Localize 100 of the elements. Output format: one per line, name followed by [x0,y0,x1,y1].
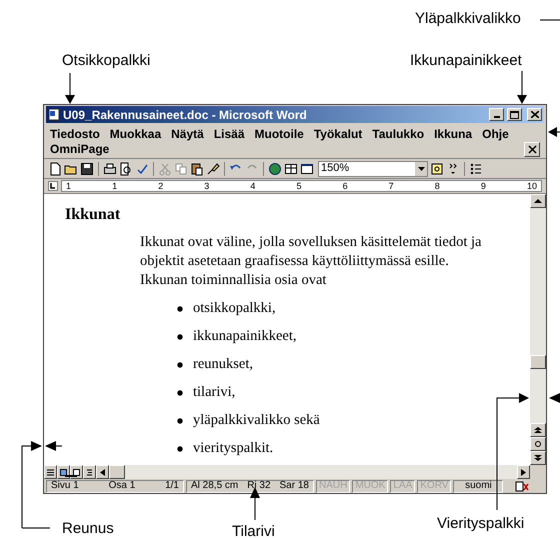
close-button[interactable] [527,108,542,121]
annotation-label: Ikkunapainikkeet [410,51,522,71]
scroll-left-button[interactable] [96,465,109,479]
arrow [548,127,560,137]
ruler-number: 3 [204,182,210,190]
status-text: Sivu 1 [51,481,79,491]
book-icon [515,480,530,492]
arrow [65,72,75,104]
ruler-number: 6 [342,182,348,190]
annotation-label: Tilarivi [232,522,275,538]
bullet-icon [177,306,183,312]
document-icon [48,108,60,121]
outline-view-button[interactable] [83,465,96,479]
annotation-label: Otsikkopalkki [62,51,150,71]
status-text: Sar 18 [280,481,309,491]
window-icon[interactable] [300,162,314,176]
arrow [517,70,527,104]
ruler-number: 5 [296,182,302,190]
print-preview-icon[interactable] [119,162,133,176]
scroll-right-button[interactable] [517,465,530,479]
menu-item[interactable]: Ohje [482,125,509,143]
ruler-number: 4 [250,182,256,190]
dropdown-arrow-icon [418,166,424,170]
circle-icon [534,441,542,447]
window-title: U09_Rakennusaineet.doc - Microsoft Word [63,106,308,124]
tab-stop-icon[interactable] [48,181,58,191]
arrow [549,393,560,403]
annotation-label: Vierityspalkki [437,514,524,534]
status-indicator: suomi [453,480,504,492]
close-icon [528,144,536,154]
status-text: 1/1 [165,481,179,491]
menu-item[interactable]: Työkalut [314,125,362,143]
list-item: yläpalkkivalikko sekä [193,410,320,430]
page-icon [73,468,80,476]
double-down-arrow-icon [534,455,542,461]
bullet-icon [177,418,183,424]
printer-icon[interactable] [103,162,117,176]
table-icon[interactable] [284,162,298,176]
scroll-thumb[interactable] [109,465,125,479]
zoom-field[interactable]: 150% [318,160,428,176]
right-arrow-icon [520,468,527,476]
double-up-arrow-icon [534,427,542,433]
list-item: otsikkopalkki, [193,298,276,318]
menu-item[interactable]: Lisää [214,125,245,143]
lines-icon [47,468,54,476]
menu-item[interactable]: Muokkaa [110,125,162,143]
minimize-icon [494,116,500,118]
ruler-number: 7 [388,182,394,190]
brush-icon[interactable] [206,162,220,176]
up-arrow-icon [534,198,542,204]
close-icon [530,111,538,118]
ruler-number: 8 [434,182,440,190]
minimize-button[interactable] [489,108,504,121]
ruler-number: 9 [480,182,486,190]
arrow [250,487,260,520]
help-icon[interactable] [430,162,444,176]
status-text: Al 28,5 cm [191,481,238,491]
square-icon [60,468,67,476]
print-view-button[interactable] [70,465,83,479]
status-text: Osa 1 [108,481,136,491]
close-button[interactable] [524,142,540,156]
bullet-icon [177,362,183,368]
web-view-button[interactable] [57,465,70,479]
paste-icon[interactable] [190,162,204,176]
bullet-icon [177,390,183,396]
menu-item[interactable]: Ikkuna [434,125,472,143]
paragraph: Ikkunan toiminnallisia osia ovat [140,271,328,290]
menu-item[interactable]: Taulukko [372,125,424,143]
new-document-icon[interactable] [48,162,62,176]
menu-item[interactable]: Näytä [171,125,204,143]
bullet-icon [177,334,183,340]
spelling-check-icon[interactable] [135,162,149,176]
horizontal-scrollbar[interactable] [44,465,546,479]
previous-page-button[interactable] [530,423,546,437]
ruler-number: 1 [112,182,118,190]
outline-icon [86,468,93,476]
maximize-button[interactable] [507,108,522,121]
next-page-button[interactable] [530,451,546,465]
end-of-document-mark [65,475,77,477]
scroll-up-button[interactable] [530,194,546,208]
scroll-thumb[interactable] [530,355,546,369]
maximize-icon [510,110,519,118]
list-item: tilarivi, [193,382,236,402]
normal-view-button[interactable] [44,465,57,479]
list-item: ikkunapainikkeet, [193,326,296,346]
browse-object-button[interactable] [530,437,546,451]
ruler-number: 1 [66,182,72,190]
bullet-list-icon[interactable] [469,162,483,176]
bullet-icon [177,446,183,452]
annotation-label: Reunus [62,519,114,538]
ruler-number: 10 [526,182,537,190]
menu-item[interactable]: OmniPage [50,140,110,158]
document-heading: Ikkunat [65,206,122,224]
vertical-scrollbar[interactable] [530,194,546,465]
menu-item[interactable]: Muotoile [254,125,304,143]
left-arrow-icon [99,468,106,476]
paragraph: Ikkunat ovat väline, jolla sovelluksen käsittelemät tiedot ja objektit asetetaan graafisessa käyttöliittymässä esille. [140,233,482,271]
menu-item[interactable]: Tiedosto [50,125,100,143]
list-item: reunukset, [193,354,253,374]
status-text: Ri 32 [247,481,271,491]
